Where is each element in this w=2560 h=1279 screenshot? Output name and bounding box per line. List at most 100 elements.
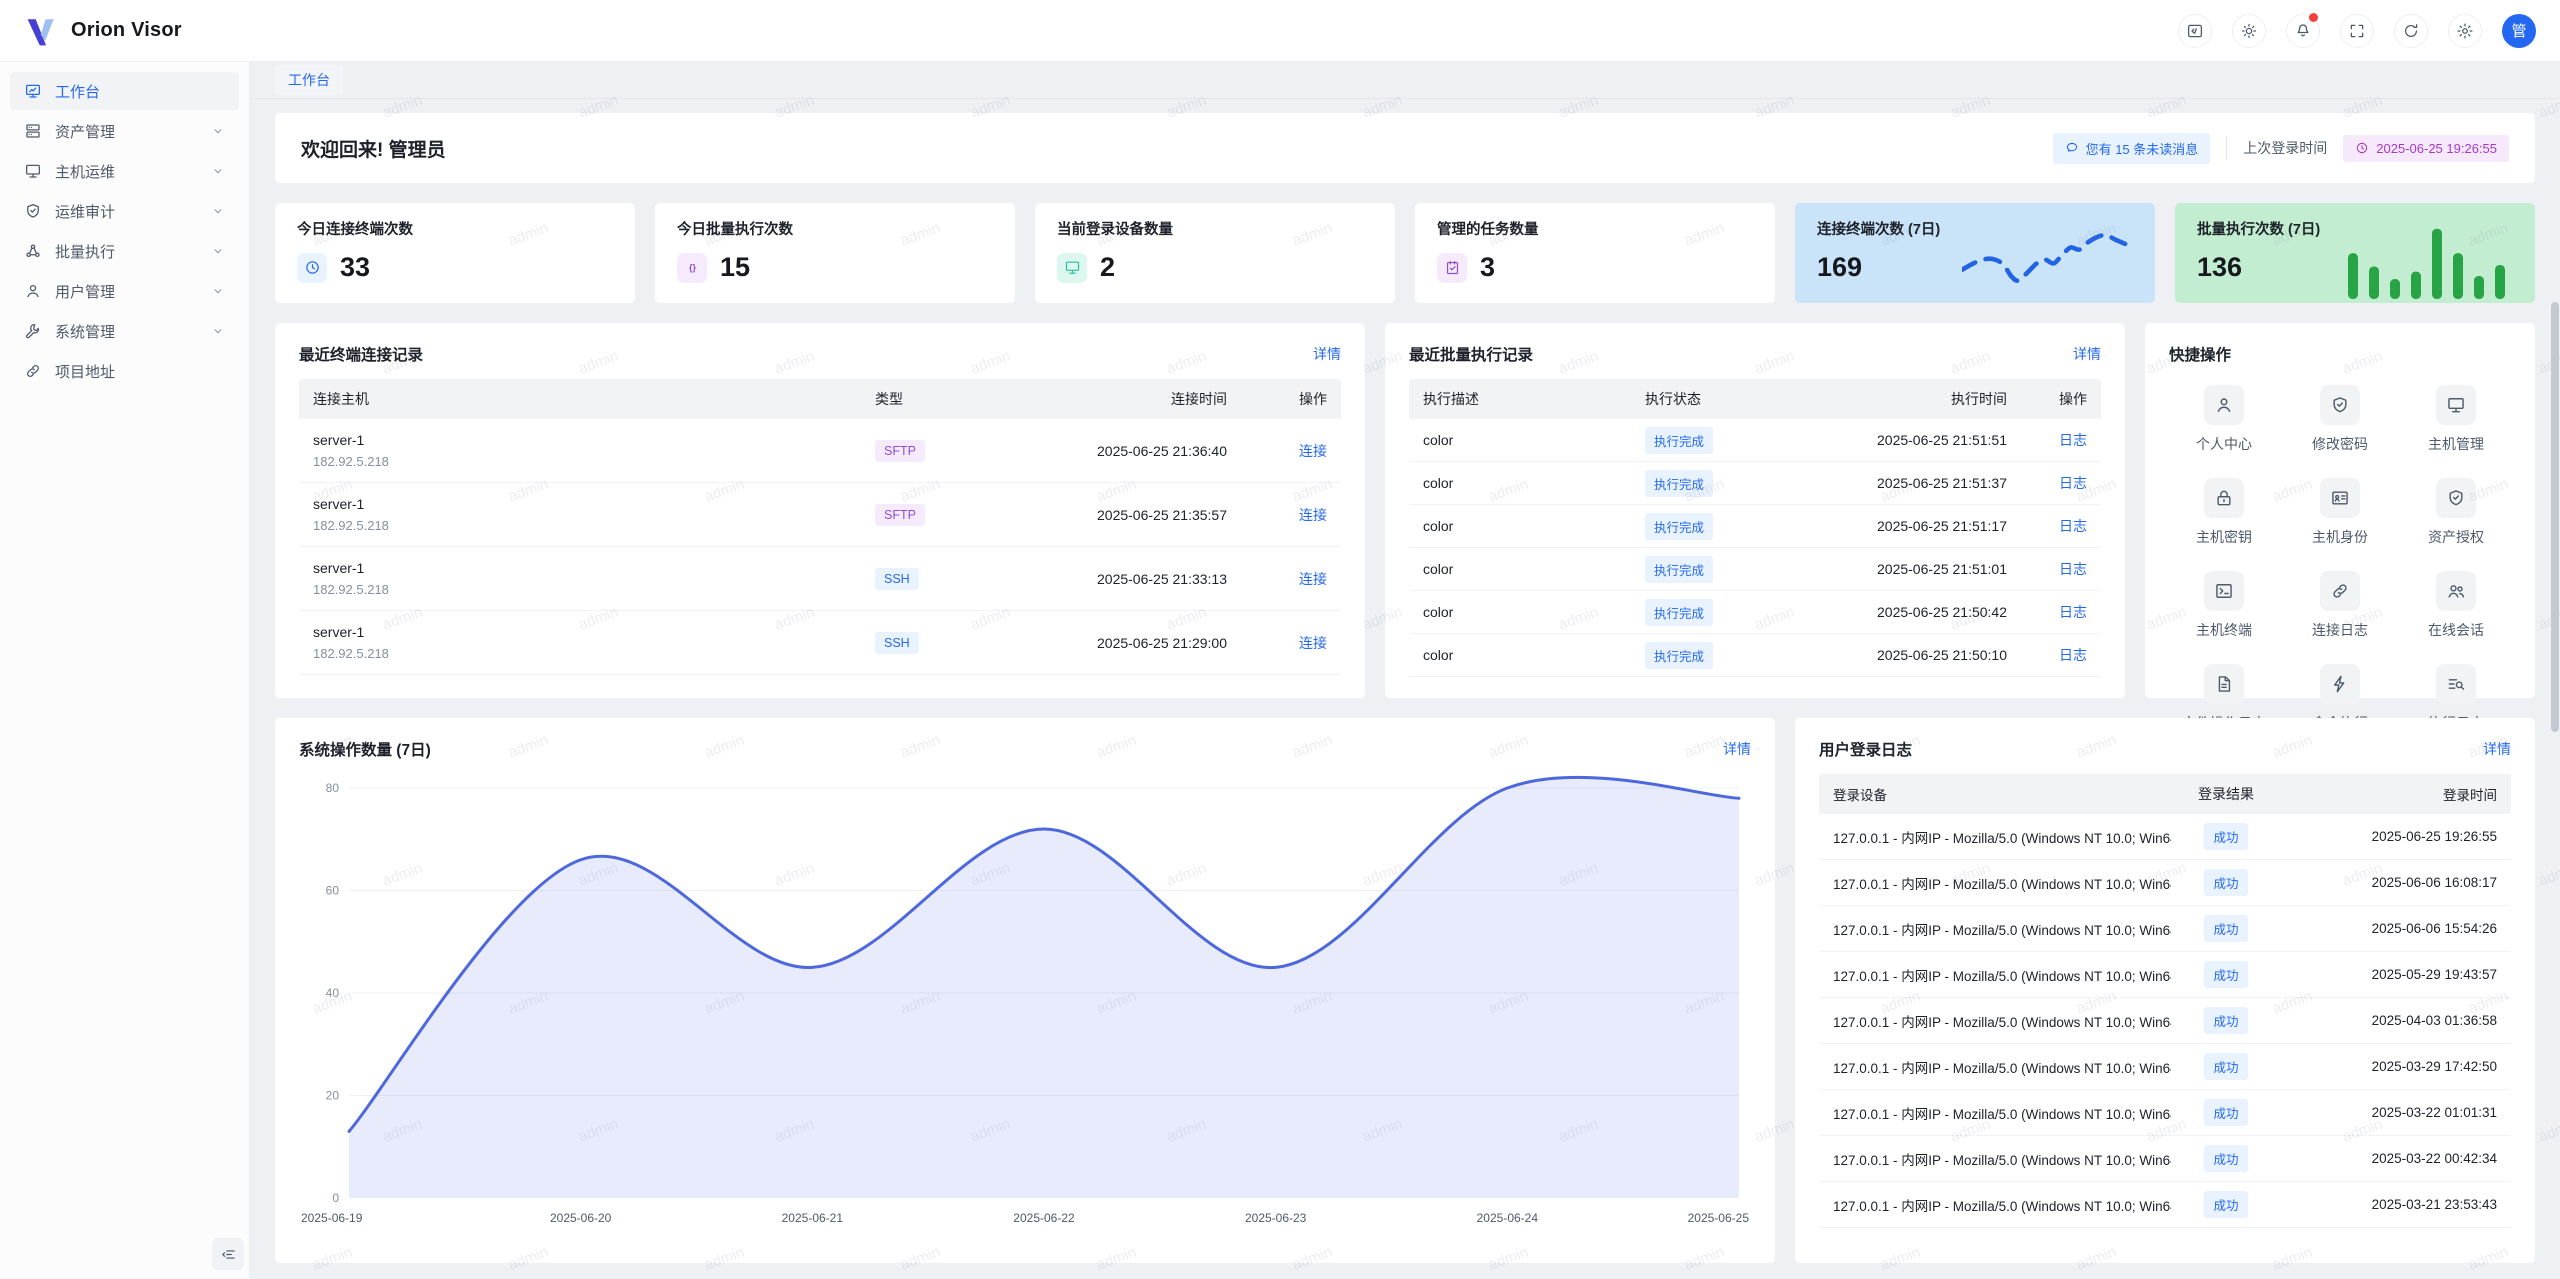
batch-records-detail-link[interactable]: 详情 [2073, 344, 2101, 364]
sidebar-item-主机运维[interactable]: 主机运维 [10, 152, 239, 190]
sidebar-item-批量执行[interactable]: 批量执行 [10, 232, 239, 270]
sidebar-item-用户管理[interactable]: 用户管理 [10, 272, 239, 310]
user-icon [24, 282, 42, 300]
quick-action-主机密钥[interactable]: 主机密钥 [2196, 478, 2252, 547]
svg-text:2025-06-21: 2025-06-21 [782, 1211, 844, 1225]
history-icon [304, 259, 321, 276]
shield-check-icon [2446, 488, 2466, 508]
result-badge: 成功 [2204, 1007, 2247, 1034]
svg-text:2025-06-24: 2025-06-24 [1477, 1211, 1539, 1225]
quick-action-连接日志[interactable]: 连接日志 [2312, 571, 2368, 640]
batch-records-table: 执行描述执行状态执行时间操作 color执行完成2025-06-25 21:51:… [1409, 379, 2101, 677]
lock-icon [2214, 488, 2234, 508]
log-link[interactable]: 日志 [2059, 432, 2087, 448]
code-button[interactable] [2178, 14, 2212, 48]
login-log-detail-link[interactable]: 详情 [2483, 739, 2511, 759]
content-area: 欢迎回来! 管理员 您有 15 条未读消息 上次登录时间 2025-06-25 … [250, 99, 2560, 1263]
result-badge: 成功 [2204, 961, 2247, 988]
fullscreen-icon [2348, 22, 2366, 40]
quick-action-修改密码[interactable]: 修改密码 [2312, 385, 2368, 454]
batch-trend-barchart [2342, 223, 2517, 301]
breadcrumb: 工作台 [250, 62, 2560, 99]
header-actions: 管 [2178, 14, 2536, 48]
quick-actions-grid: 个人中心修改密码主机管理主机密钥主机身份资产授权主机终端连接日志在线会话文件操作… [2169, 385, 2511, 733]
status-badge: 执行完成 [1645, 427, 1713, 454]
quick-action-主机身份[interactable]: 主机身份 [2312, 478, 2368, 547]
quick-action-主机管理[interactable]: 主机管理 [2428, 385, 2484, 454]
theme-button[interactable] [2232, 14, 2266, 48]
code-icon [2186, 22, 2204, 40]
chevron-down-icon [211, 324, 225, 338]
scrollbar-thumb[interactable] [2551, 302, 2559, 732]
refresh-icon [2402, 22, 2420, 40]
system-operations-detail-link[interactable]: 详情 [1723, 739, 1751, 759]
svg-text:{}: {} [689, 263, 696, 273]
result-badge: 成功 [2204, 869, 2247, 896]
table-row: color执行完成2025-06-25 21:50:42日志 [1409, 591, 2101, 634]
svg-text:40: 40 [326, 986, 340, 1000]
notifications-button[interactable] [2286, 14, 2320, 48]
sidebar-item-运维审计[interactable]: 运维审计 [10, 192, 239, 230]
log-link[interactable]: 日志 [2059, 604, 2087, 620]
result-badge: 成功 [2204, 1053, 2247, 1080]
terminal-records-detail-link[interactable]: 详情 [1313, 344, 1341, 364]
app-header: Orion Visor 管 [0, 0, 2560, 62]
unread-messages-chip[interactable]: 您有 15 条未读消息 [2053, 133, 2211, 164]
connect-link[interactable]: 连接 [1299, 507, 1327, 523]
login-log-title: 用户登录日志 [1819, 738, 1912, 760]
table-row: color执行完成2025-06-25 21:51:37日志 [1409, 462, 2101, 505]
type-badge: SSH [875, 632, 919, 654]
log-link[interactable]: 日志 [2059, 518, 2087, 534]
quick-action-个人中心[interactable]: 个人中心 [2196, 385, 2252, 454]
welcome-title: 欢迎回来! 管理员 [301, 135, 446, 162]
connect-link[interactable]: 连接 [1299, 635, 1327, 651]
user-avatar[interactable]: 管 [2502, 14, 2536, 48]
table-header: 登录设备登录结果登录时间 [1819, 774, 2511, 814]
terminal-records-title: 最近终端连接记录 [299, 343, 423, 365]
table-row: 127.0.0.1 - 内网IP - Mozilla/5.0 (Windows … [1819, 952, 2511, 998]
sidebar-item-系统管理[interactable]: 系统管理 [10, 312, 239, 350]
settings-button[interactable] [2448, 14, 2482, 48]
quick-action-资产授权[interactable]: 资产授权 [2428, 478, 2484, 547]
log-link[interactable]: 日志 [2059, 561, 2087, 577]
svg-text:2025-06-19: 2025-06-19 [301, 1211, 363, 1225]
stat-card: 当前登录设备数量2 [1035, 203, 1395, 303]
monitor-icon [24, 162, 42, 180]
gear-icon [2456, 22, 2474, 40]
table-row: server-1182.92.5.218SFTP2025-06-25 21:36… [299, 419, 1341, 483]
log-link[interactable]: 日志 [2059, 475, 2087, 491]
monitor-icon [1064, 259, 1081, 276]
link-icon [2330, 581, 2350, 601]
table-header: 连接主机类型连接时间操作 [299, 379, 1341, 419]
connect-link[interactable]: 连接 [1299, 443, 1327, 459]
breadcrumb-item-workbench[interactable]: 工作台 [275, 65, 343, 95]
sidebar-item-工作台[interactable]: 工作台 [10, 72, 239, 110]
sidebar-item-资产管理[interactable]: 资产管理 [10, 112, 239, 150]
terminal-trend-sparkline [1962, 223, 2137, 295]
stat-card: 今日连接终端次数33 [275, 203, 635, 303]
refresh-button[interactable] [2394, 14, 2428, 48]
system-operations-chart-title: 系统操作数量 (7日) [299, 738, 431, 760]
type-badge: SFTP [875, 504, 925, 526]
last-login-time-chip: 2025-06-25 19:26:55 [2343, 135, 2509, 162]
sidebar-collapse-button[interactable] [212, 1238, 244, 1270]
svg-text:0: 0 [332, 1191, 339, 1205]
fullscreen-button[interactable] [2340, 14, 2374, 48]
logo-icon [24, 13, 60, 49]
table-row: color执行完成2025-06-25 21:51:17日志 [1409, 505, 2101, 548]
table-header: 执行描述执行状态执行时间操作 [1409, 379, 2101, 419]
page-scrollbar [2550, 62, 2560, 1279]
quick-action-主机终端[interactable]: 主机终端 [2196, 571, 2252, 640]
connect-link[interactable]: 连接 [1299, 571, 1327, 587]
table-row: server-1182.92.5.218SFTP2025-06-25 21:35… [299, 483, 1341, 547]
bottom-row: 系统操作数量 (7日) 详情 0204060802025-06-192025-0… [275, 718, 2535, 1263]
status-badge: 执行完成 [1645, 556, 1713, 583]
log-link[interactable]: 日志 [2059, 647, 2087, 663]
sidebar-item-项目地址[interactable]: 项目地址 [10, 352, 239, 390]
app-logo: Orion Visor [24, 13, 182, 49]
table-row: 127.0.0.1 - 内网IP - Mozilla/5.0 (Windows … [1819, 860, 2511, 906]
type-badge: SFTP [875, 440, 925, 462]
quick-action-在线会话[interactable]: 在线会话 [2428, 571, 2484, 640]
table-row: color执行完成2025-06-25 21:51:01日志 [1409, 548, 2101, 591]
shield-check-icon [2330, 395, 2350, 415]
